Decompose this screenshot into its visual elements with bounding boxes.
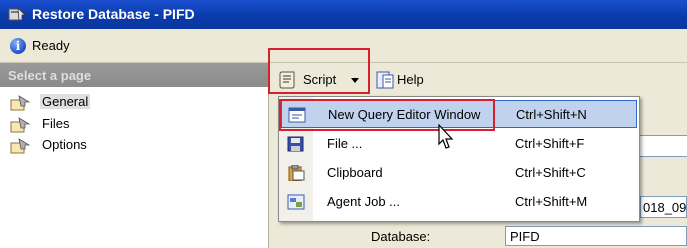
menu-item-agent-job[interactable]: Agent Job ... Ctrl+Shift+M [281, 188, 637, 216]
menu-item-label: Agent Job ... [327, 194, 400, 209]
title-bar: Restore Database - PIFD [0, 0, 687, 29]
database-value: PIFD [510, 229, 540, 244]
page-selector-pane: Select a page General Files Options [0, 63, 269, 248]
agent-job-icon [287, 194, 305, 210]
partial-field[interactable]: 018_09 [640, 196, 687, 218]
page-icon [10, 138, 30, 154]
page-item-label: General [40, 94, 91, 109]
annotation-box-script [268, 48, 370, 94]
page-selector-title: Select a page [8, 68, 92, 83]
menu-item-label: Clipboard [327, 165, 383, 180]
help-button[interactable]: Help [375, 69, 435, 91]
menu-item-shortcut: Ctrl+Shift+M [515, 194, 588, 209]
annotation-box-menu-item [279, 99, 495, 131]
clipboard-icon [288, 165, 305, 181]
mouse-cursor-icon [438, 124, 454, 149]
restore-database-icon [8, 6, 26, 21]
page-item-label: Files [42, 116, 70, 131]
menu-item-label: File ... [327, 136, 363, 151]
menu-item-shortcut: Ctrl+Shift+N [516, 107, 587, 122]
database-label: Database: [371, 229, 431, 244]
database-field[interactable]: PIFD [505, 226, 687, 246]
window-title: Restore Database - PIFD [32, 6, 195, 22]
menu-item-file[interactable]: File ... Ctrl+Shift+F [281, 130, 637, 158]
menu-item-shortcut: Ctrl+Shift+F [515, 136, 585, 151]
save-file-icon [287, 136, 304, 152]
page-icon [10, 117, 30, 133]
page-icon [10, 95, 30, 111]
status-text: Ready [32, 38, 70, 53]
menu-item-shortcut: Ctrl+Shift+C [515, 165, 586, 180]
page-item-label: Options [42, 137, 87, 152]
menu-item-clipboard[interactable]: Clipboard Ctrl+Shift+C [281, 159, 637, 187]
info-icon [10, 38, 26, 54]
partial-field-value: 018_09 [643, 200, 687, 215]
page-selector-header: Select a page [0, 63, 268, 87]
help-icon [376, 71, 394, 89]
help-label: Help [397, 72, 424, 87]
